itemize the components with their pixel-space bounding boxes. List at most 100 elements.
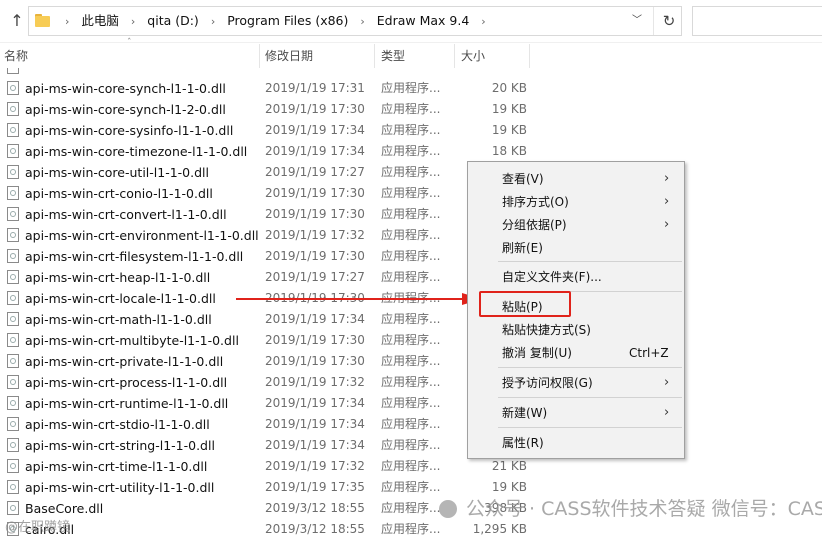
list-item[interactable]: api-ms-win-core-synch-l1-2-0.dll 2019/1/1… xyxy=(0,99,822,120)
breadcrumb-program-files[interactable]: Program Files (x86) xyxy=(227,13,348,28)
address-toolbar: ↑ › 此电脑 › qita (D:) › Program Files (x86… xyxy=(0,0,822,43)
column-divider[interactable] xyxy=(374,44,375,68)
menu-item-label: 分组依据(P) xyxy=(502,218,567,232)
list-item[interactable]: api-ms-win-core-timezone-l1-1-0.dll 2019/… xyxy=(0,141,822,162)
file-type: 应用程序... xyxy=(381,501,441,515)
list-item[interactable]: api-ms-win-crt-environment-l1-1-0.dll 201… xyxy=(0,225,822,246)
up-arrow-icon[interactable]: ↑ xyxy=(8,11,26,31)
wechat-logo-icon xyxy=(439,500,457,518)
file-name: api-ms-win-crt-utility-l1-1-0.dll xyxy=(25,480,215,495)
file-type: 应用程序... xyxy=(381,102,441,116)
list-item[interactable]: api-ms-win-crt-process-l1-1-0.dll 2019/1/… xyxy=(0,372,822,393)
menu-item-group[interactable]: 分组依据(P) › xyxy=(468,214,684,236)
file-date: 2019/1/19 17:34 xyxy=(265,417,365,431)
list-item[interactable]: api-ms-win-core-util-l1-1-0.dll 2019/1/19… xyxy=(0,162,822,183)
column-divider[interactable] xyxy=(529,44,530,68)
list-item[interactable]: api-ms-win-core-sysinfo-l1-1-0.dll 2019/1… xyxy=(0,120,822,141)
file-type: 应用程序... xyxy=(381,375,441,389)
refresh-icon[interactable]: ↻ xyxy=(653,7,684,35)
column-header-size[interactable]: 大小 xyxy=(457,44,529,68)
dll-file-icon xyxy=(7,291,19,305)
menu-separator xyxy=(498,367,682,368)
file-type: 应用程序... xyxy=(381,165,441,179)
list-item[interactable]: api-ms-win-crt-time-l1-1-0.dll 2019/1/19 … xyxy=(0,456,822,477)
file-size: 19 KB xyxy=(491,123,527,137)
file-name: api-ms-win-core-timezone-l1-1-0.dll xyxy=(25,144,248,159)
file-name: api-ms-win-crt-math-l1-1-0.dll xyxy=(25,312,212,327)
menu-item-undo-copy[interactable]: 撤消 复制(U) Ctrl+Z xyxy=(468,342,684,364)
dll-file-icon xyxy=(7,459,19,473)
submenu-arrow-icon: › xyxy=(664,405,670,420)
breadcrumb-drive-d[interactable]: qita (D:) xyxy=(147,13,199,28)
list-item[interactable]: api-ms-win-core-synch-l1-1-0.dll 2019/1/1… xyxy=(0,78,822,99)
column-header-date[interactable]: 修改日期 xyxy=(261,44,373,68)
partial-list-item[interactable] xyxy=(0,68,822,76)
menu-item-view[interactable]: 查看(V) › xyxy=(468,168,684,190)
list-item[interactable]: api-ms-win-crt-conio-l1-1-0.dll 2019/1/19… xyxy=(0,183,822,204)
list-item[interactable]: api-ms-win-crt-private-l1-1-0.dll 2019/1/… xyxy=(0,351,822,372)
list-item[interactable]: api-ms-win-crt-runtime-l1-1-0.dll 2019/1/… xyxy=(0,393,822,414)
file-date: 2019/1/19 17:30 xyxy=(265,186,365,200)
menu-item-new[interactable]: 新建(W) › xyxy=(468,402,684,424)
dll-file-icon xyxy=(7,186,19,200)
dll-file-icon xyxy=(7,438,19,452)
chevron-right-icon[interactable]: › xyxy=(211,15,215,28)
file-list: api-ms-win-core-synch-l1-1-0.dll 2019/1/1… xyxy=(0,78,822,540)
file-size: 18 KB xyxy=(491,144,527,158)
file-name: api-ms-win-crt-locale-l1-1-0.dll xyxy=(25,291,216,306)
annotation-arrow xyxy=(236,293,482,305)
dll-file-icon xyxy=(7,68,19,74)
file-name: api-ms-win-crt-filesystem-l1-1-0.dll xyxy=(25,249,244,264)
column-divider[interactable] xyxy=(259,44,260,68)
list-item[interactable]: api-ms-win-crt-string-l1-1-0.dll 2019/1/1… xyxy=(0,435,822,456)
column-divider[interactable] xyxy=(454,44,455,68)
watermark-text: 公众号 · CASS软件技术答疑 微信号：CAS561 xyxy=(466,495,822,523)
list-item[interactable]: api-ms-win-crt-multibyte-l1-1-0.dll 2019/… xyxy=(0,330,822,351)
chevron-right-icon[interactable]: › xyxy=(65,15,69,28)
chevron-right-icon[interactable]: › xyxy=(481,15,485,28)
column-header-name[interactable]: 名称 xyxy=(0,44,259,68)
list-item[interactable]: api-ms-win-crt-convert-l1-1-0.dll 2019/1/… xyxy=(0,204,822,225)
list-item[interactable]: api-ms-win-crt-filesystem-l1-1-0.dll 2019… xyxy=(0,246,822,267)
watermark-corner: @在职蹲镜 xyxy=(5,520,71,535)
menu-item-refresh[interactable]: 刷新(E) xyxy=(468,237,684,259)
chevron-down-icon[interactable]: ﹀ xyxy=(627,7,647,35)
file-name: api-ms-win-core-util-l1-1-0.dll xyxy=(25,165,209,180)
dll-file-icon xyxy=(7,501,19,515)
dll-file-icon xyxy=(7,396,19,410)
search-input[interactable] xyxy=(692,6,822,36)
file-size: 20 KB xyxy=(491,81,527,95)
file-name: api-ms-win-crt-runtime-l1-1-0.dll xyxy=(25,396,229,411)
file-type: 应用程序... xyxy=(381,354,441,368)
file-type: 应用程序... xyxy=(381,123,441,137)
file-type: 应用程序... xyxy=(381,417,441,431)
menu-separator xyxy=(498,261,682,262)
menu-item-grant-access[interactable]: 授予访问权限(G) › xyxy=(468,372,684,394)
list-item[interactable]: api-ms-win-crt-stdio-l1-1-0.dll 2019/1/19… xyxy=(0,414,822,435)
menu-item-customize-folder[interactable]: 自定义文件夹(F)... xyxy=(468,266,684,288)
file-date: 2019/1/19 17:34 xyxy=(265,438,365,452)
breadcrumb-this-pc[interactable]: 此电脑 xyxy=(81,13,119,28)
file-name: api-ms-win-crt-heap-l1-1-0.dll xyxy=(25,270,211,285)
list-item[interactable]: api-ms-win-crt-math-l1-1-0.dll 2019/1/19 … xyxy=(0,309,822,330)
column-header-type[interactable]: 类型 xyxy=(377,44,453,68)
file-date: 2019/1/19 17:30 xyxy=(265,102,365,116)
file-name: api-ms-win-core-synch-l1-2-0.dll xyxy=(25,102,226,117)
file-type: 应用程序... xyxy=(381,312,441,326)
menu-item-properties[interactable]: 属性(R) xyxy=(468,432,684,454)
address-bar[interactable]: › 此电脑 › qita (D:) › Program Files (x86) … xyxy=(28,6,682,36)
file-name: api-ms-win-crt-process-l1-1-0.dll xyxy=(25,375,228,390)
file-date: 2019/1/19 17:32 xyxy=(265,459,365,473)
chevron-right-icon[interactable]: › xyxy=(360,15,364,28)
menu-item-paste-shortcut[interactable]: 粘贴快捷方式(S) xyxy=(468,319,684,341)
chevron-right-icon[interactable]: › xyxy=(131,15,135,28)
menu-item-sort[interactable]: 排序方式(O) › xyxy=(468,191,684,213)
folder-icon xyxy=(35,14,50,27)
breadcrumb-edraw-max[interactable]: Edraw Max 9.4 xyxy=(377,13,470,28)
list-item[interactable]: api-ms-win-crt-heap-l1-1-0.dll 2019/1/19 … xyxy=(0,267,822,288)
file-type: 应用程序... xyxy=(381,81,441,95)
dll-file-icon xyxy=(7,144,19,158)
file-type: 应用程序... xyxy=(381,144,441,158)
watermark-main: 公众号 · CASS软件技术答疑 xyxy=(466,498,706,520)
submenu-arrow-icon: › xyxy=(664,171,670,186)
